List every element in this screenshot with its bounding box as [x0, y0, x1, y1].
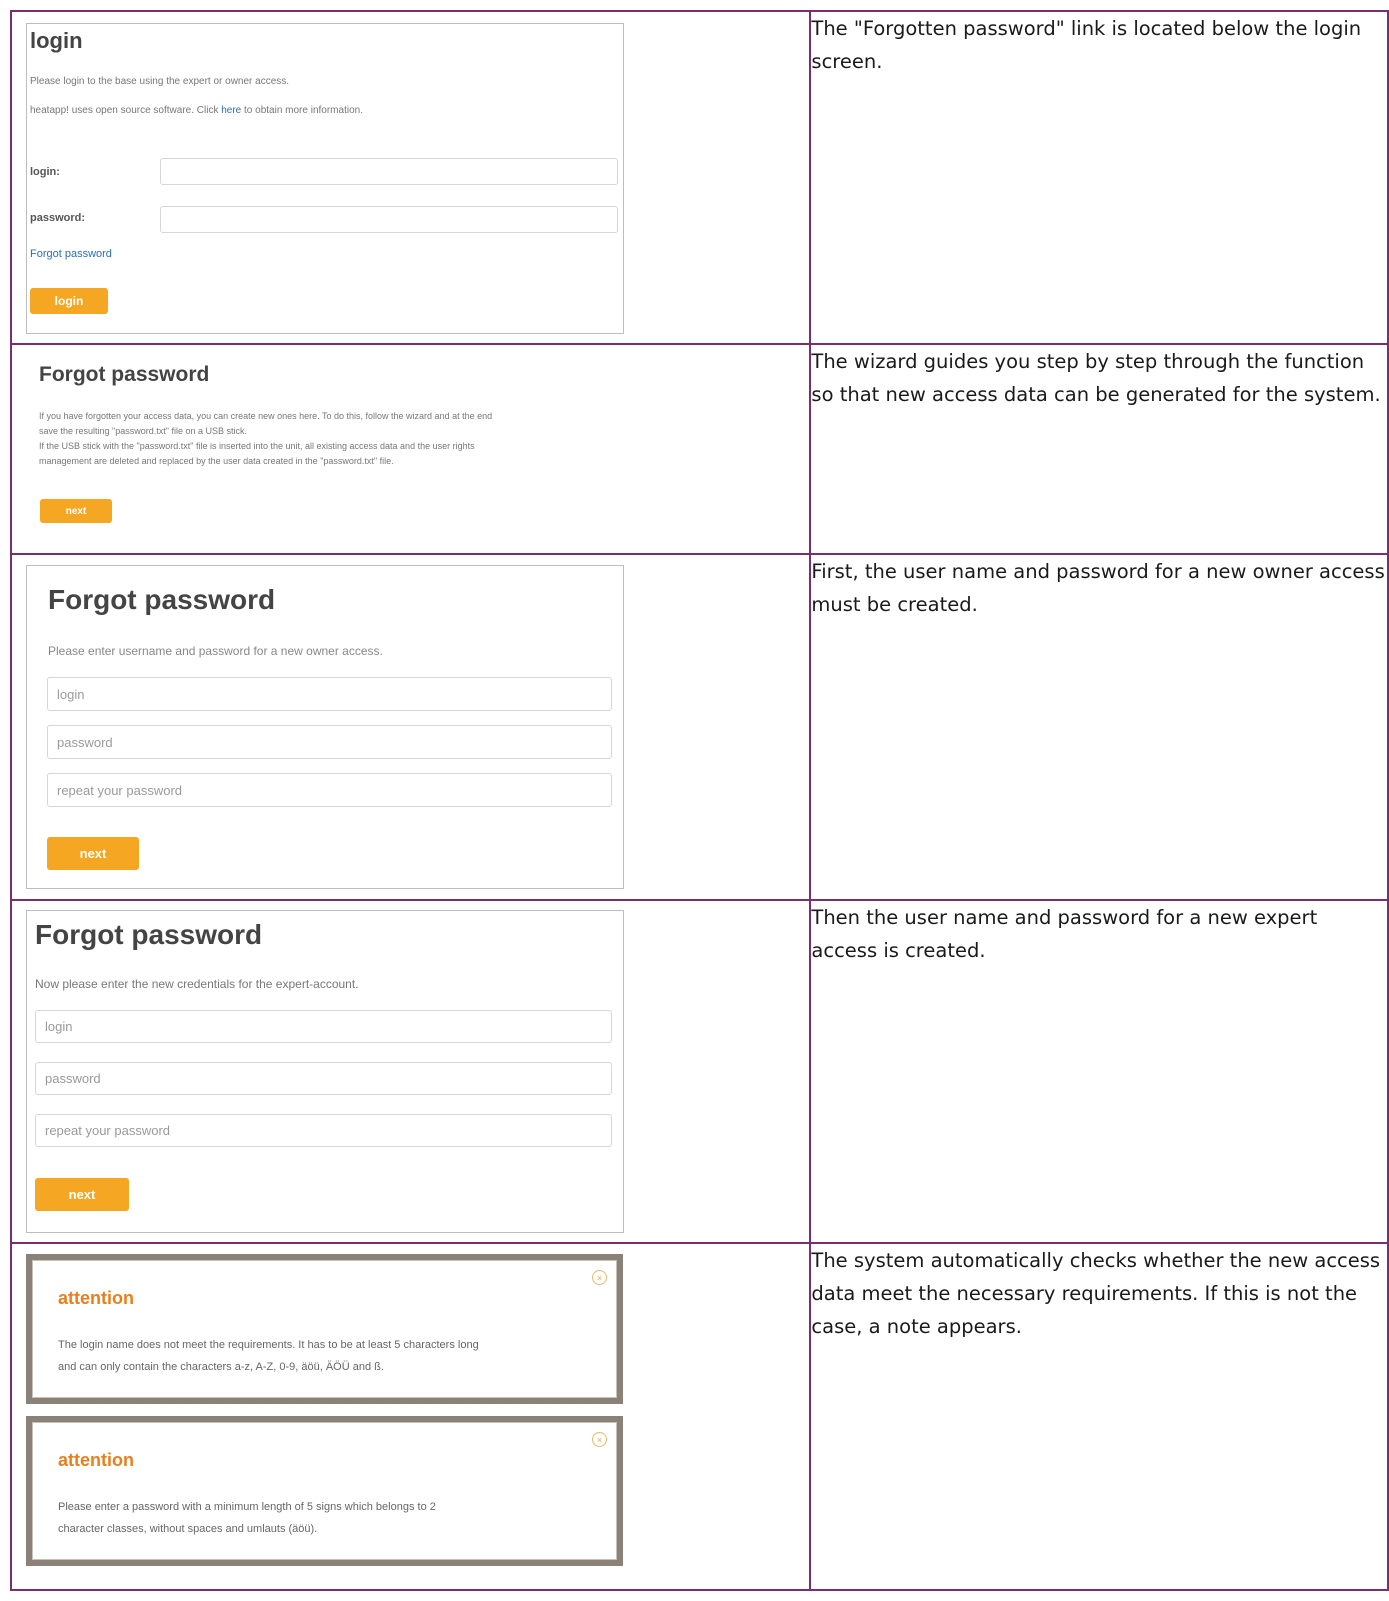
- expert-form-screen: Forgot password Now please enter the new…: [26, 910, 624, 1233]
- owner-form-title: Forgot password: [48, 584, 276, 615]
- next-button[interactable]: next: [40, 499, 112, 523]
- wizard-line-2: save the resulting "password.txt" file o…: [39, 426, 247, 436]
- close-icon[interactable]: ×: [592, 1432, 607, 1447]
- table-row: Forgot password Now please enter the new…: [9, 899, 1389, 1244]
- password-input[interactable]: [160, 206, 618, 233]
- description-text: The system automatically checks whether …: [811, 1249, 1381, 1338]
- table-row: login Please login to the base using the…: [9, 10, 1389, 345]
- next-button[interactable]: next: [35, 1178, 129, 1211]
- owner-login-input[interactable]: login: [47, 677, 612, 711]
- screenshot-cell: Forgot password If you have forgotten yo…: [9, 343, 812, 555]
- wizard-title: Forgot password: [39, 363, 210, 386]
- expert-repeat-password-input[interactable]: repeat your password: [35, 1114, 612, 1147]
- owner-password-input[interactable]: password: [47, 725, 612, 759]
- attention-line-1: Please enter a password with a minimum l…: [58, 1501, 436, 1513]
- owner-form-instruction: Please enter username and password for a…: [48, 644, 383, 658]
- login-input[interactable]: [160, 158, 618, 185]
- description-cell: The system automatically checks whether …: [809, 1242, 1389, 1591]
- expert-form-title: Forgot password: [35, 919, 263, 950]
- opensource-pre: heatapp! uses open source software. Clic…: [30, 105, 219, 116]
- description-cell: Then the user name and password for a ne…: [809, 899, 1389, 1244]
- table-row: Forgot password If you have forgotten yo…: [9, 343, 1389, 555]
- screenshot-cell: Forgot password Please enter username an…: [9, 553, 812, 901]
- login-intro: Please login to the base using the exper…: [30, 76, 290, 87]
- expert-password-input[interactable]: password: [35, 1062, 612, 1095]
- close-icon[interactable]: ×: [592, 1270, 607, 1285]
- attention-line-2: and can only contain the characters a-z,…: [58, 1361, 384, 1373]
- login-button[interactable]: login: [30, 288, 108, 314]
- owner-form-screen: Forgot password Please enter username an…: [26, 565, 624, 889]
- login-label: login:: [30, 166, 60, 178]
- screenshot-cell: login Please login to the base using the…: [9, 10, 812, 345]
- description-text: First, the user name and password for a …: [811, 560, 1385, 616]
- description-text: Then the user name and password for a ne…: [811, 906, 1318, 962]
- attention-title: attention: [58, 1288, 134, 1308]
- table-row: × attention The login name does not meet…: [9, 1242, 1389, 1591]
- description-cell: The "Forgotten password" link is located…: [809, 10, 1389, 345]
- description-text: The "Forgotten password" link is located…: [811, 17, 1362, 73]
- login-title: login: [30, 28, 83, 53]
- table-row: Forgot password Please enter username an…: [9, 553, 1389, 901]
- expert-form-instruction: Now please enter the new credentials for…: [35, 977, 359, 991]
- wizard-intro-screen: Forgot password If you have forgotten yo…: [13, 346, 808, 552]
- wizard-line-1: If you have forgotten your access data, …: [39, 411, 493, 421]
- screenshot-cell: × attention The login name does not meet…: [9, 1242, 812, 1591]
- description-text: The wizard guides you step by step throu…: [811, 350, 1381, 406]
- expert-login-input[interactable]: login: [35, 1010, 612, 1043]
- attention-login-dialog: × attention The login name does not meet…: [26, 1254, 623, 1404]
- wizard-line-4: management are deleted and replaced by t…: [39, 456, 394, 466]
- opensource-link[interactable]: here: [221, 105, 241, 116]
- owner-repeat-password-input[interactable]: repeat your password: [47, 773, 612, 807]
- next-button[interactable]: next: [47, 837, 139, 870]
- opensource-note: heatapp! uses open source software. Clic…: [30, 103, 363, 119]
- description-cell: First, the user name and password for a …: [809, 553, 1389, 901]
- attention-title: attention: [58, 1450, 134, 1470]
- forgot-password-link[interactable]: Forgot password: [30, 248, 112, 260]
- wizard-line-3: If the USB stick with the "password.txt"…: [39, 441, 475, 451]
- password-label: password:: [30, 212, 86, 224]
- attention-line-2: character classes, without spaces and um…: [58, 1523, 318, 1535]
- instruction-table: login Please login to the base using the…: [9, 10, 1389, 1591]
- description-cell: The wizard guides you step by step throu…: [809, 343, 1389, 555]
- attention-line-1: The login name does not meet the require…: [58, 1339, 479, 1351]
- opensource-post: to obtain more information.: [244, 105, 363, 116]
- screenshot-cell: Forgot password Now please enter the new…: [9, 899, 812, 1244]
- login-screen: login Please login to the base using the…: [26, 23, 624, 334]
- attention-password-dialog: × attention Please enter a password with…: [26, 1416, 623, 1566]
